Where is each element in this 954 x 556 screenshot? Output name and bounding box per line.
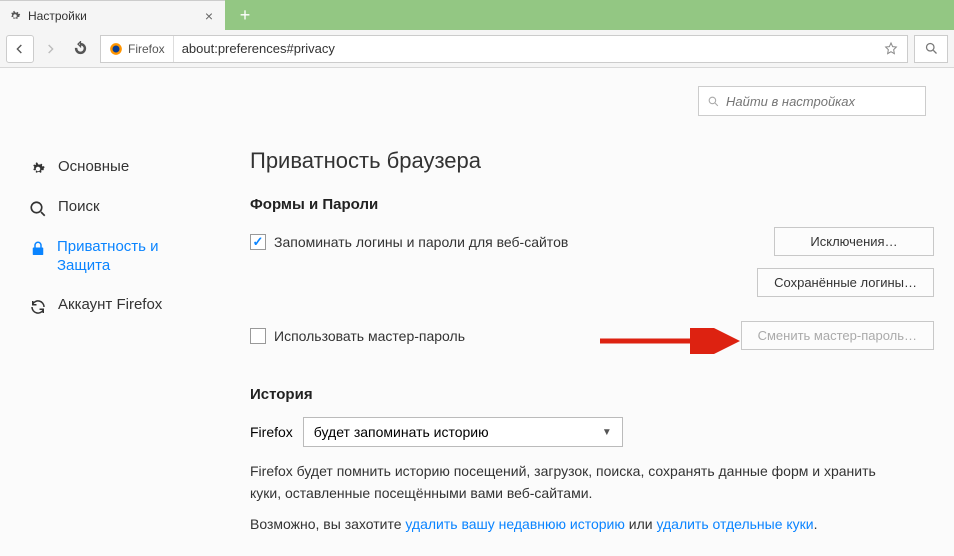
checkbox-label: Использовать мастер-пароль — [274, 328, 465, 344]
checkbox-icon — [250, 234, 266, 250]
url-bar[interactable]: Firefox — [100, 35, 908, 63]
checkbox-label: Запоминать логины и пароли для веб-сайто… — [274, 234, 568, 250]
search-icon — [707, 95, 720, 108]
sidebar-item-label: Поиск — [58, 198, 100, 217]
change-master-password-button[interactable]: Сменить мастер-пароль… — [741, 321, 934, 350]
reload-button[interactable] — [66, 35, 94, 63]
close-icon[interactable]: × — [201, 8, 217, 24]
sidebar-item-search[interactable]: Поиск — [28, 188, 208, 228]
nav-bar: Firefox — [0, 30, 954, 68]
new-tab-button[interactable]: + — [229, 0, 261, 30]
history-section-title: История — [250, 386, 934, 403]
history-prefix-label: Firefox — [250, 424, 293, 440]
clear-recent-history-link[interactable]: удалить вашу недавнюю историю — [405, 516, 624, 532]
sidebar-item-label: Приватность и Защита — [57, 238, 208, 276]
sidebar-item-general[interactable]: Основные — [28, 148, 208, 188]
chevron-down-icon: ▼ — [602, 427, 612, 438]
identity-label: Firefox — [128, 42, 165, 56]
sidebar-item-label: Основные — [58, 158, 129, 177]
saved-logins-button[interactable]: Сохранённые логины… — [757, 268, 934, 297]
tab-settings[interactable]: Настройки × — [0, 0, 225, 30]
history-description-1: Firefox будет помнить историю посещений,… — [250, 461, 890, 504]
gear-icon — [28, 158, 48, 178]
sync-icon — [28, 296, 48, 316]
search-icon — [28, 198, 48, 218]
search-button[interactable] — [914, 35, 948, 63]
sidebar-item-account[interactable]: Аккаунт Firefox — [28, 286, 208, 326]
history-description-2: Возможно, вы захотите удалить вашу недав… — [250, 514, 890, 536]
checkbox-icon — [250, 328, 266, 344]
sidebar-item-label: Аккаунт Firefox — [58, 296, 162, 315]
back-button[interactable] — [6, 35, 34, 63]
bookmark-star-icon[interactable] — [875, 41, 907, 57]
remember-logins-checkbox[interactable]: Запоминать логины и пароли для веб-сайто… — [250, 234, 568, 250]
sidebar: Основные Поиск Приватность и Защита Акка… — [28, 148, 208, 326]
clear-individual-cookies-link[interactable]: удалить отдельные куки — [656, 516, 813, 532]
firefox-icon — [109, 42, 123, 56]
exceptions-button[interactable]: Исключения… — [774, 227, 934, 256]
select-value: будет запоминать историю — [314, 424, 489, 440]
history-mode-select[interactable]: будет запоминать историю ▼ — [303, 417, 623, 447]
gear-icon — [8, 9, 22, 23]
forms-section-title: Формы и Пароли — [250, 196, 934, 213]
page-heading: Приватность браузера — [250, 148, 934, 174]
url-identity[interactable]: Firefox — [101, 36, 174, 62]
tab-title: Настройки — [28, 9, 201, 23]
settings-search[interactable] — [698, 86, 926, 116]
sidebar-item-privacy[interactable]: Приватность и Защита — [28, 228, 208, 286]
lock-icon — [28, 238, 47, 258]
content-area: Основные Поиск Приватность и Защита Акка… — [0, 68, 954, 556]
tab-bar: Настройки × + — [0, 0, 954, 30]
main-panel: Приватность браузера Формы и Пароли Запо… — [250, 148, 934, 536]
url-input[interactable] — [174, 36, 875, 62]
settings-search-input[interactable] — [726, 94, 917, 109]
forward-button[interactable] — [36, 35, 64, 63]
master-password-checkbox[interactable]: Использовать мастер-пароль — [250, 328, 465, 344]
